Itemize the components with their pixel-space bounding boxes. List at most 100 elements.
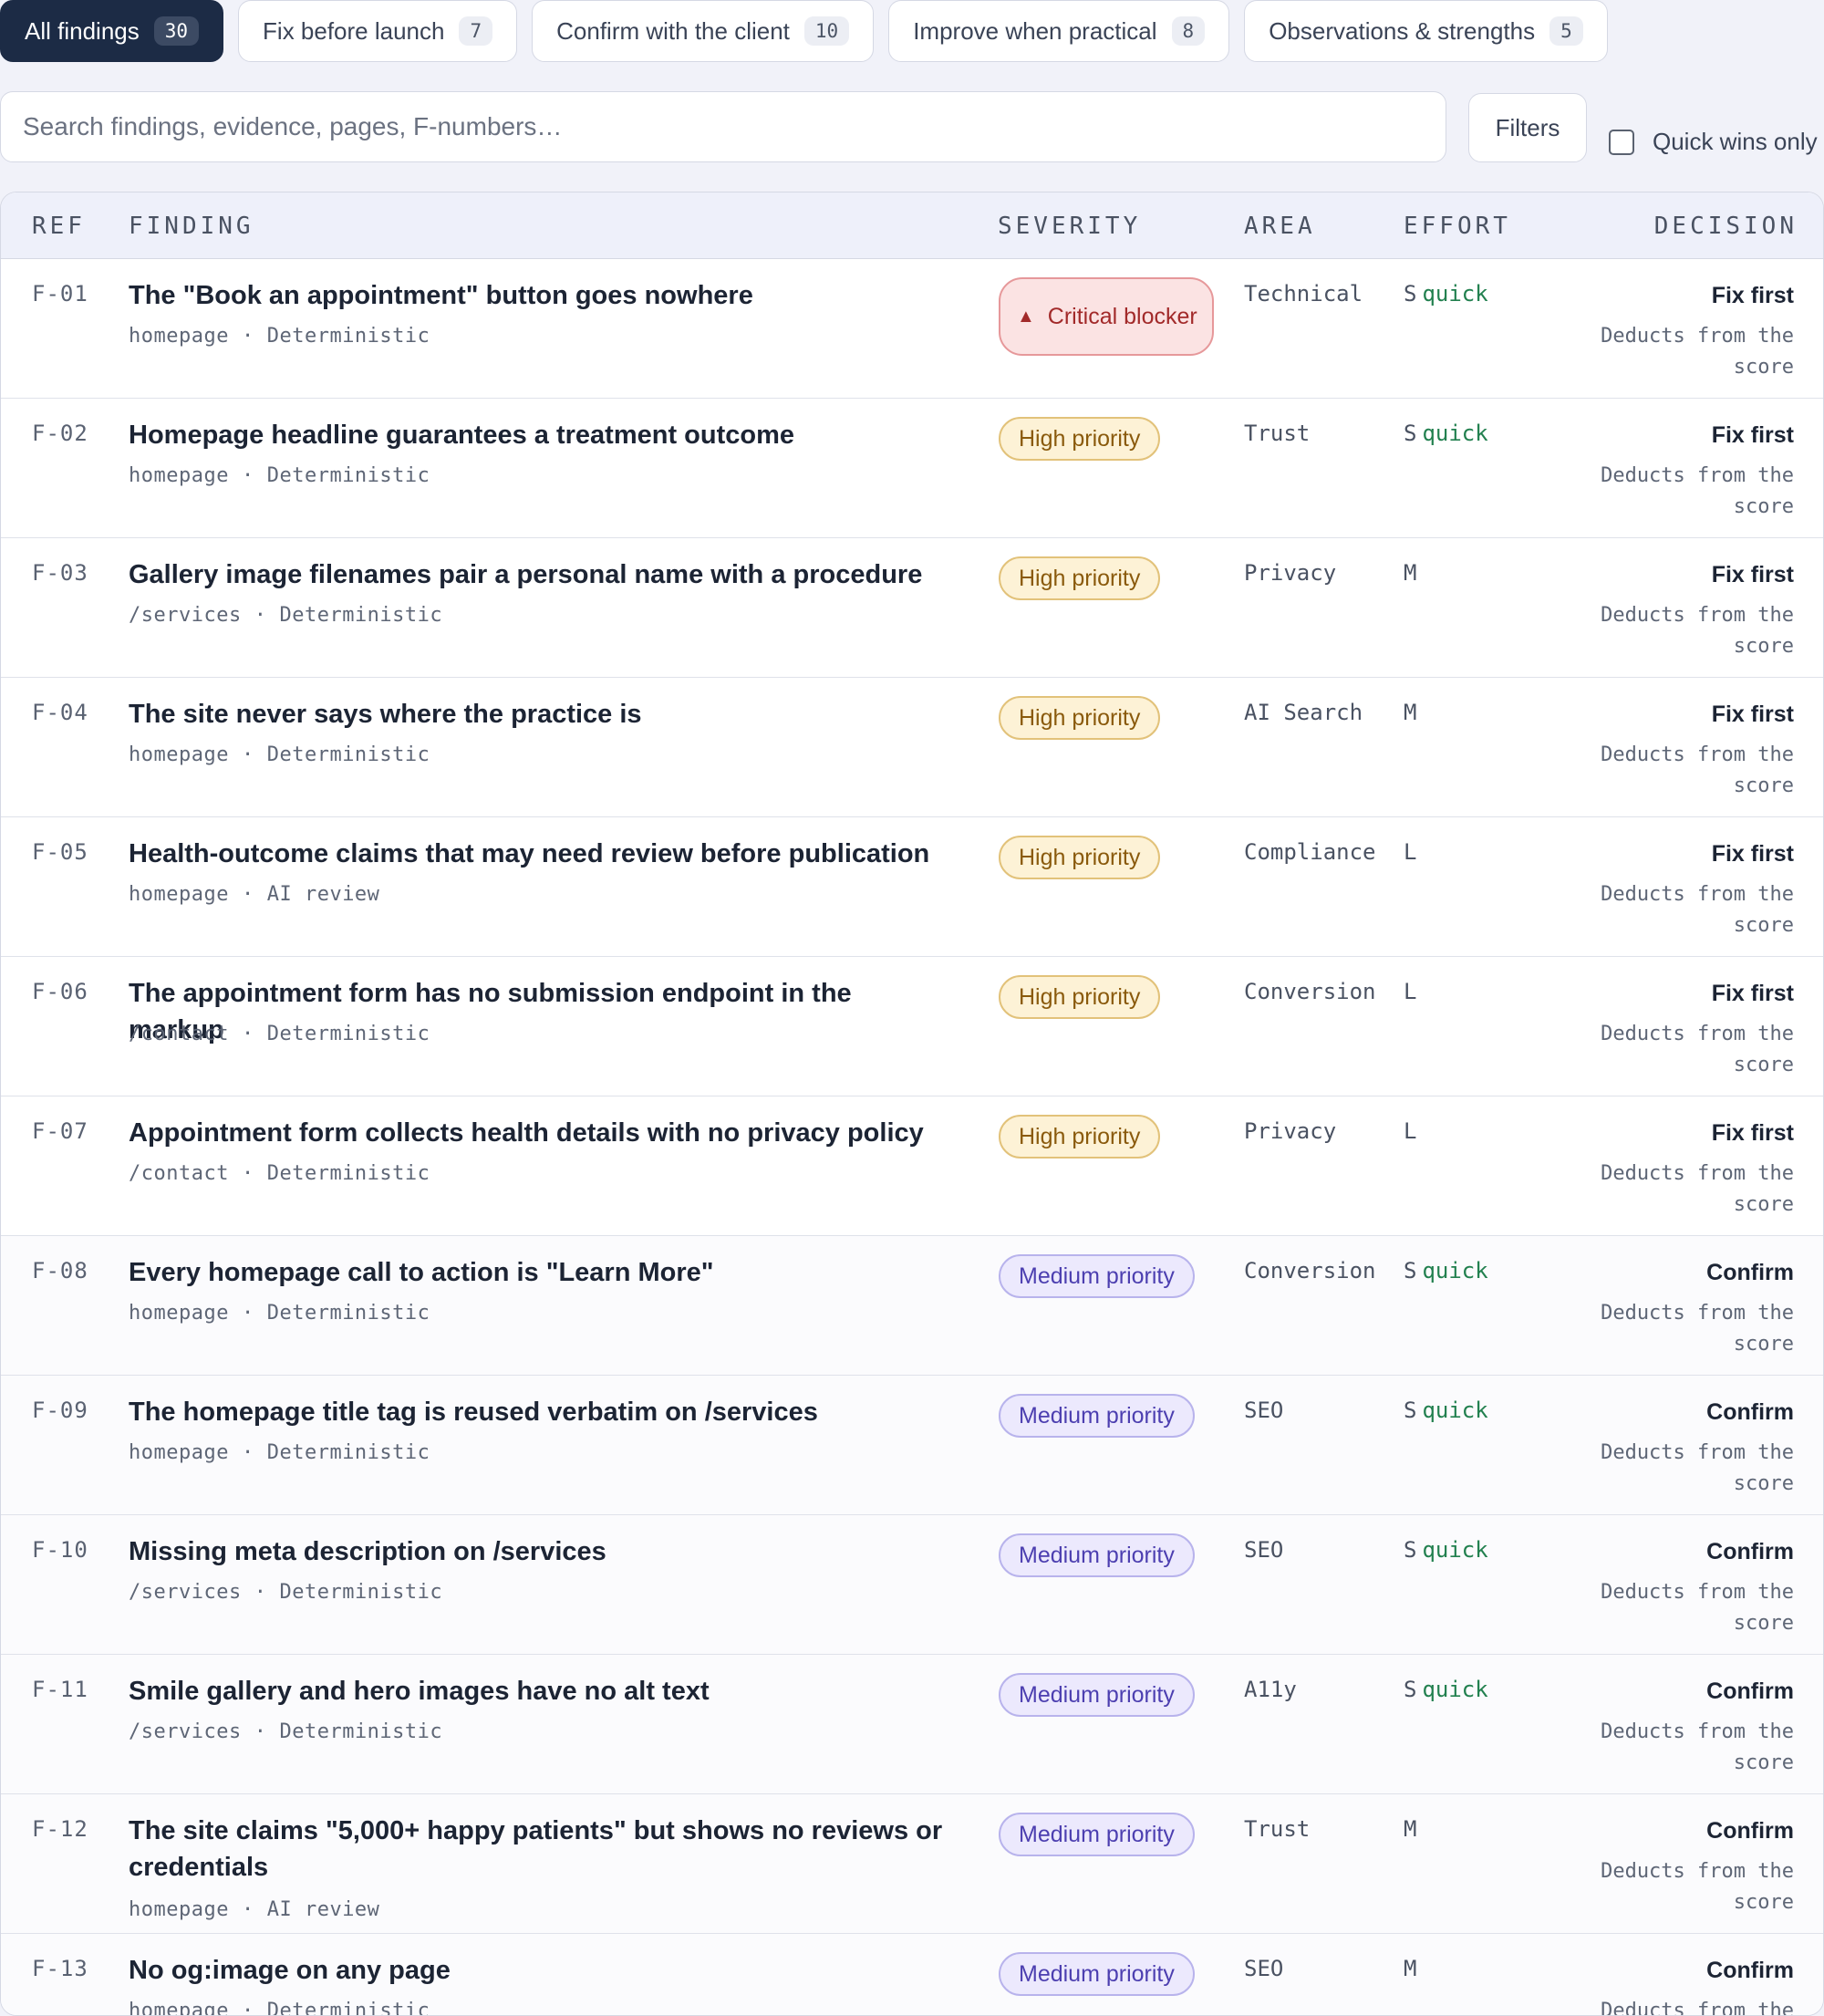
finding-method: Deterministic [266, 1302, 430, 1325]
finding-title[interactable]: No og:image on any page [129, 1952, 949, 1989]
finding-meta: homepage · Deterministic [129, 325, 430, 348]
separator-dot: · [241, 1441, 254, 1464]
table-row[interactable]: F-11 Smile gallery and hero images have … [1, 1655, 1823, 1794]
table-row[interactable]: F-06 The appointment form has no submiss… [1, 957, 1823, 1096]
finding-title[interactable]: Health-outcome claims that may need revi… [129, 836, 949, 872]
finding-title[interactable]: Gallery image filenames pair a personal … [129, 556, 949, 593]
search-input[interactable] [0, 91, 1446, 162]
finding-decision: Confirm [1706, 1539, 1794, 1564]
finding-meta: /services · Deterministic [129, 604, 442, 627]
severity-badge: Medium priority [999, 1673, 1195, 1717]
tab-label: Observations & strengths [1269, 16, 1536, 45]
quick-wins-checkbox[interactable] [1609, 129, 1634, 155]
table-row[interactable]: F-10 Missing meta description on /servic… [1, 1515, 1823, 1655]
effort-size: S [1404, 1258, 1417, 1283]
finding-title[interactable]: Homepage headline guarantees a treatment… [129, 417, 949, 453]
finding-meta: homepage · Deterministic [129, 743, 430, 766]
column-header-effort[interactable]: EFFORT [1404, 213, 1511, 240]
finding-decision: Confirm [1706, 1399, 1794, 1425]
finding-effort: M [1404, 1816, 1416, 1842]
severity-badge: High priority [999, 975, 1161, 1019]
decision-note: Deducts from the score [1601, 1720, 1794, 1774]
severity-label: Medium priority [1019, 1542, 1175, 1568]
decision-note: Deducts from the score [1601, 1162, 1794, 1216]
finding-page: homepage [129, 1898, 229, 1921]
column-header-finding[interactable]: FINDING [129, 213, 254, 240]
tab-label: Improve when practical [913, 16, 1157, 45]
separator-dot: · [241, 1023, 254, 1045]
tab-improve-when-practical[interactable]: Improve when practical 8 [888, 0, 1230, 62]
effort-size: S [1404, 1537, 1417, 1563]
column-header-severity[interactable]: SEVERITY [998, 213, 1141, 240]
table-row[interactable]: F-04 The site never says where the pract… [1, 678, 1823, 817]
table-row[interactable]: F-13 No og:image on any page homepage · De… [1, 1934, 1823, 2016]
table-row[interactable]: F-07 Appointment form collects health de… [1, 1096, 1823, 1236]
severity-badge: Medium priority [999, 1952, 1195, 1996]
column-header-decision[interactable]: DECISION [1654, 213, 1798, 240]
finding-title[interactable]: Missing meta description on /services [129, 1533, 949, 1570]
severity-label: High priority [1019, 565, 1141, 591]
finding-method: AI review [266, 883, 380, 906]
finding-ref: F-09 [32, 1398, 88, 1423]
tab-count: 5 [1549, 16, 1583, 46]
finding-page: /contact [129, 1023, 229, 1045]
table-row[interactable]: F-03 Gallery image filenames pair a pers… [1, 538, 1823, 678]
finding-meta: homepage · Deterministic [129, 464, 430, 487]
decision-note: Deducts from the score [1601, 2000, 1794, 2016]
finding-meta: homepage · Deterministic [129, 1302, 430, 1325]
table-row[interactable]: F-12 The site claims "5,000+ happy patie… [1, 1794, 1823, 1934]
finding-page: homepage [129, 1441, 229, 1464]
filters-button[interactable]: Filters [1468, 93, 1587, 162]
finding-area: Conversion [1244, 1258, 1376, 1283]
column-header-ref[interactable]: REF [32, 213, 86, 240]
finding-meta: homepage · Deterministic [129, 2000, 430, 2015]
finding-decision: Fix first [1711, 283, 1794, 308]
table-row[interactable]: F-08 Every homepage call to action is "L… [1, 1236, 1823, 1376]
finding-ref: F-08 [32, 1258, 88, 1283]
table-row[interactable]: F-05 Health-outcome claims that may need… [1, 817, 1823, 957]
column-header-area[interactable]: AREA [1244, 213, 1316, 240]
table-body: F-01 The "Book an appointment" button go… [1, 259, 1823, 2016]
table-row[interactable]: F-02 Homepage headline guarantees a trea… [1, 399, 1823, 538]
effort-size: M [1404, 1956, 1417, 1981]
tab-label: Fix before launch [263, 16, 445, 45]
filter-tabs: All findings 30 Fix before launch 7 Conf… [0, 0, 1608, 62]
finding-method: Deterministic [266, 325, 430, 348]
severity-badge: Medium priority [999, 1254, 1195, 1298]
decision-note: Deducts from the score [1601, 743, 1794, 797]
finding-title[interactable]: The site claims "5,000+ happy patients" … [129, 1813, 949, 1886]
tab-all-findings[interactable]: All findings 30 [0, 0, 224, 62]
finding-title[interactable]: Smile gallery and hero images have no al… [129, 1673, 949, 1709]
tab-observations-strengths[interactable]: Observations & strengths 5 [1244, 0, 1608, 62]
decision-note: Deducts from the score [1601, 1441, 1794, 1495]
finding-area: Technical [1244, 281, 1363, 307]
quick-win-tag: quick [1422, 1258, 1488, 1283]
tab-fix-before-launch[interactable]: Fix before launch 7 [238, 0, 518, 62]
finding-title[interactable]: The "Book an appointment" button goes no… [129, 277, 949, 314]
finding-title[interactable]: The site never says where the practice i… [129, 696, 949, 733]
finding-area: Trust [1244, 421, 1311, 446]
decision-note: Deducts from the score [1601, 464, 1794, 518]
severity-label: Medium priority [1019, 1263, 1175, 1289]
effort-size: M [1404, 560, 1417, 586]
finding-effort: Squick [1404, 1258, 1488, 1283]
finding-decision: Fix first [1711, 981, 1794, 1006]
table-row[interactable]: F-01 The "Book an appointment" button go… [1, 259, 1823, 399]
separator-dot: · [241, 883, 254, 906]
finding-title[interactable]: Every homepage call to action is "Learn … [129, 1254, 949, 1291]
quick-wins-toggle[interactable]: Quick wins only [1609, 128, 1818, 156]
severity-badge: High priority [999, 696, 1161, 740]
finding-title[interactable]: Appointment form collects health details… [129, 1115, 949, 1151]
finding-title[interactable]: The homepage title tag is reused verbati… [129, 1394, 949, 1430]
finding-decision: Fix first [1711, 841, 1794, 867]
table-row[interactable]: F-09 The homepage title tag is reused ve… [1, 1376, 1823, 1515]
tab-confirm-with-client[interactable]: Confirm with the client 10 [532, 0, 875, 62]
finding-ref: F-13 [32, 1956, 88, 1981]
separator-dot: · [241, 464, 254, 487]
finding-meta: /services · Deterministic [129, 1720, 442, 1743]
effort-size: M [1404, 700, 1417, 725]
finding-page: /contact [129, 1162, 229, 1185]
quick-win-tag: quick [1422, 281, 1488, 307]
finding-area: SEO [1244, 1398, 1284, 1423]
severity-badge: High priority [999, 556, 1161, 600]
